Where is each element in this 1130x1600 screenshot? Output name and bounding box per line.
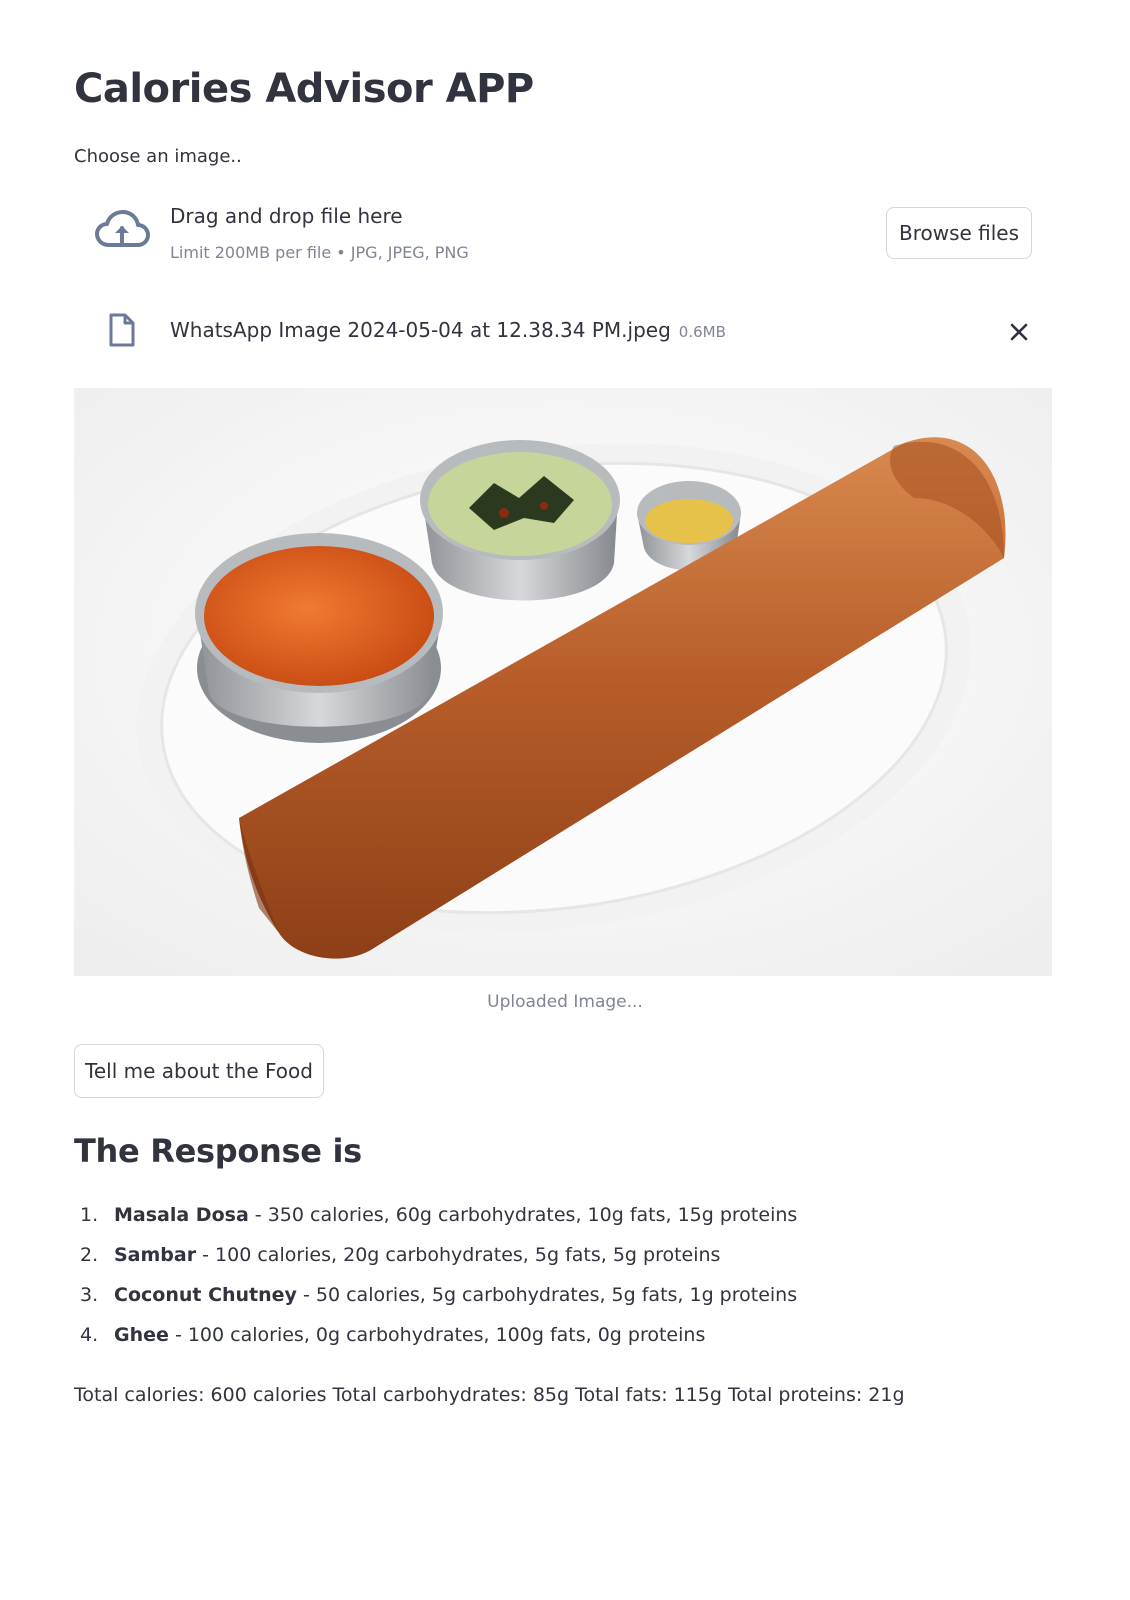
image-caption: Uploaded Image...	[487, 992, 643, 1012]
file-dropzone[interactable]: Drag and drop file here Limit 200MB per …	[74, 188, 1052, 276]
list-item-number: 2.	[80, 1244, 99, 1266]
food-name: Sambar	[114, 1244, 197, 1266]
file-icon	[109, 313, 135, 347]
food-details: - 350 calories, 60g carbohydrates, 10g f…	[248, 1204, 798, 1226]
uploaded-file-row: WhatsApp Image 2024-05-04 at 12.38.34 PM…	[74, 306, 1052, 356]
food-details: - 100 calories, 0g carbohydrates, 100g f…	[168, 1324, 706, 1346]
response-list: 1. Masala Dosa - 350 calories, 60g carbo…	[74, 1204, 1074, 1364]
close-icon[interactable]	[1008, 321, 1030, 343]
page-title: Calories Advisor APP	[74, 66, 534, 112]
food-name: Ghee	[114, 1324, 169, 1346]
cloud-upload-icon	[95, 210, 150, 247]
uploaded-food-image	[74, 388, 1052, 976]
food-details: - 100 calories, 20g carbohydrates, 5g fa…	[196, 1244, 721, 1266]
list-item: 4. Ghee - 100 calories, 0g carbohydrates…	[74, 1324, 1074, 1364]
food-name: Masala Dosa	[114, 1204, 249, 1226]
list-item: 3. Coconut Chutney - 50 calories, 5g car…	[74, 1284, 1074, 1324]
dropzone-limit-text: Limit 200MB per file • JPG, JPEG, PNG	[170, 243, 469, 262]
list-item-number: 3.	[80, 1284, 99, 1306]
file-size: 0.6MB	[678, 323, 726, 341]
list-item-number: 1.	[80, 1204, 99, 1226]
app-page: Calories Advisor APP Choose an image.. D…	[0, 0, 1130, 1600]
food-details: - 50 calories, 5g carbohydrates, 5g fats…	[296, 1284, 798, 1306]
browse-files-button[interactable]: Browse files	[886, 207, 1032, 259]
file-uploader-label: Choose an image..	[74, 146, 242, 167]
list-item-number: 4.	[80, 1324, 99, 1346]
food-name: Coconut Chutney	[114, 1284, 297, 1306]
response-heading: The Response is	[74, 1132, 362, 1170]
file-name-text: WhatsApp Image 2024-05-04 at 12.38.34 PM…	[170, 318, 671, 342]
totals-summary: Total calories: 600 calories Total carbo…	[74, 1384, 905, 1406]
dropzone-title: Drag and drop file here	[170, 204, 403, 228]
uploaded-file-name: WhatsApp Image 2024-05-04 at 12.38.34 PM…	[170, 318, 726, 342]
list-item: 1. Masala Dosa - 350 calories, 60g carbo…	[74, 1204, 1074, 1244]
tell-me-about-food-button[interactable]: Tell me about the Food	[74, 1044, 324, 1098]
list-item: 2. Sambar - 100 calories, 20g carbohydra…	[74, 1244, 1074, 1284]
